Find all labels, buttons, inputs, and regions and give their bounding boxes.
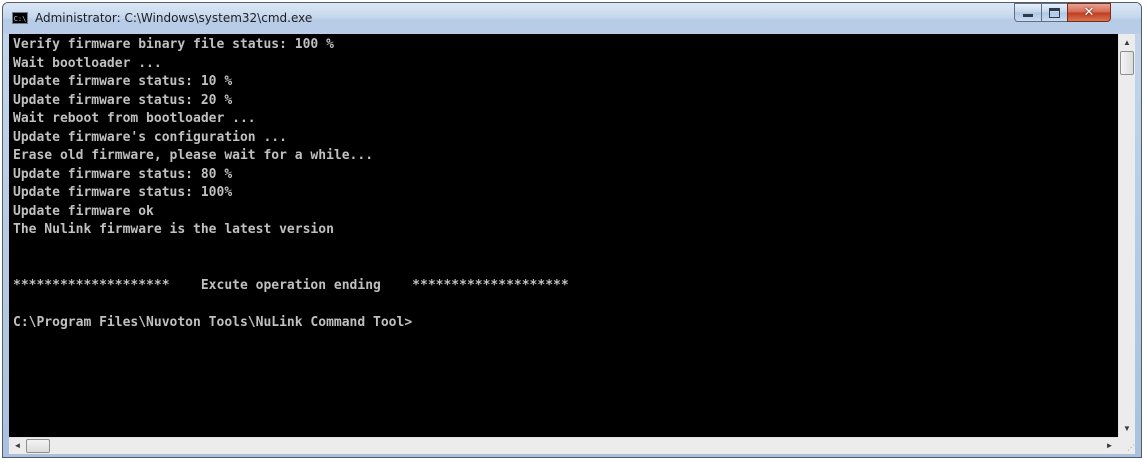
resize-grip-icon[interactable]: ⋰ xyxy=(1118,437,1135,454)
console-line: Wait reboot from bootloader ... xyxy=(13,111,256,126)
scroll-left-icon[interactable]: ◄ xyxy=(9,438,26,454)
console-output[interactable]: Verify firmware binary file status: 100 … xyxy=(9,34,1118,437)
maximize-icon xyxy=(1049,7,1060,18)
console-line: Update firmware status: 10 % xyxy=(13,74,233,89)
console-line: Update firmware status: 80 % xyxy=(13,166,233,182)
window-title: Administrator: C:\Windows\system32\cmd.e… xyxy=(35,11,313,25)
close-icon: ✕ xyxy=(1083,5,1095,20)
console-client-area: Verify firmware binary file status: 100 … xyxy=(9,34,1135,454)
scroll-right-icon[interactable]: ► xyxy=(1101,438,1118,454)
title-bar[interactable]: C:\ Administrator: C:\Windows\system32\c… xyxy=(3,3,1141,34)
cmd-icon[interactable]: C:\ xyxy=(12,12,28,24)
console-line: Verify firmware binary file status: 100 … xyxy=(13,37,334,52)
maximize-button[interactable] xyxy=(1041,3,1068,22)
close-button[interactable]: ✕ xyxy=(1067,3,1111,22)
console-line: Wait bootloader ... xyxy=(13,55,162,71)
scroll-up-icon[interactable]: ▲ xyxy=(1119,34,1135,51)
minimize-button[interactable] xyxy=(1014,3,1042,22)
console-line: C:\Program Files\Nuvoton Tools\NuLink Co… xyxy=(13,314,413,330)
console-line: Update firmware ok xyxy=(13,203,154,219)
horizontal-scroll-thumb[interactable] xyxy=(26,439,50,453)
scroll-down-icon[interactable]: ▼ xyxy=(1119,420,1135,437)
console-line: Erase old firmware, please wait for a wh… xyxy=(13,148,374,163)
horizontal-scrollbar[interactable]: ◄ ► xyxy=(9,437,1118,454)
minimize-icon xyxy=(1023,14,1033,17)
console-line: Update firmware status: 100% xyxy=(13,185,233,200)
vertical-scrollbar[interactable]: ▲ ▼ xyxy=(1118,34,1135,437)
vertical-scroll-thumb[interactable] xyxy=(1120,51,1134,75)
console-line: The Nulink firmware is the latest versio… xyxy=(13,222,334,237)
console-line: Update firmware's configuration ... xyxy=(13,129,287,145)
console-line: Update firmware status: 20 % xyxy=(13,92,233,108)
console-line: ******************** Excute operation en… xyxy=(13,277,569,293)
console-window: C:\ Administrator: C:\Windows\system32\c… xyxy=(2,2,1142,458)
